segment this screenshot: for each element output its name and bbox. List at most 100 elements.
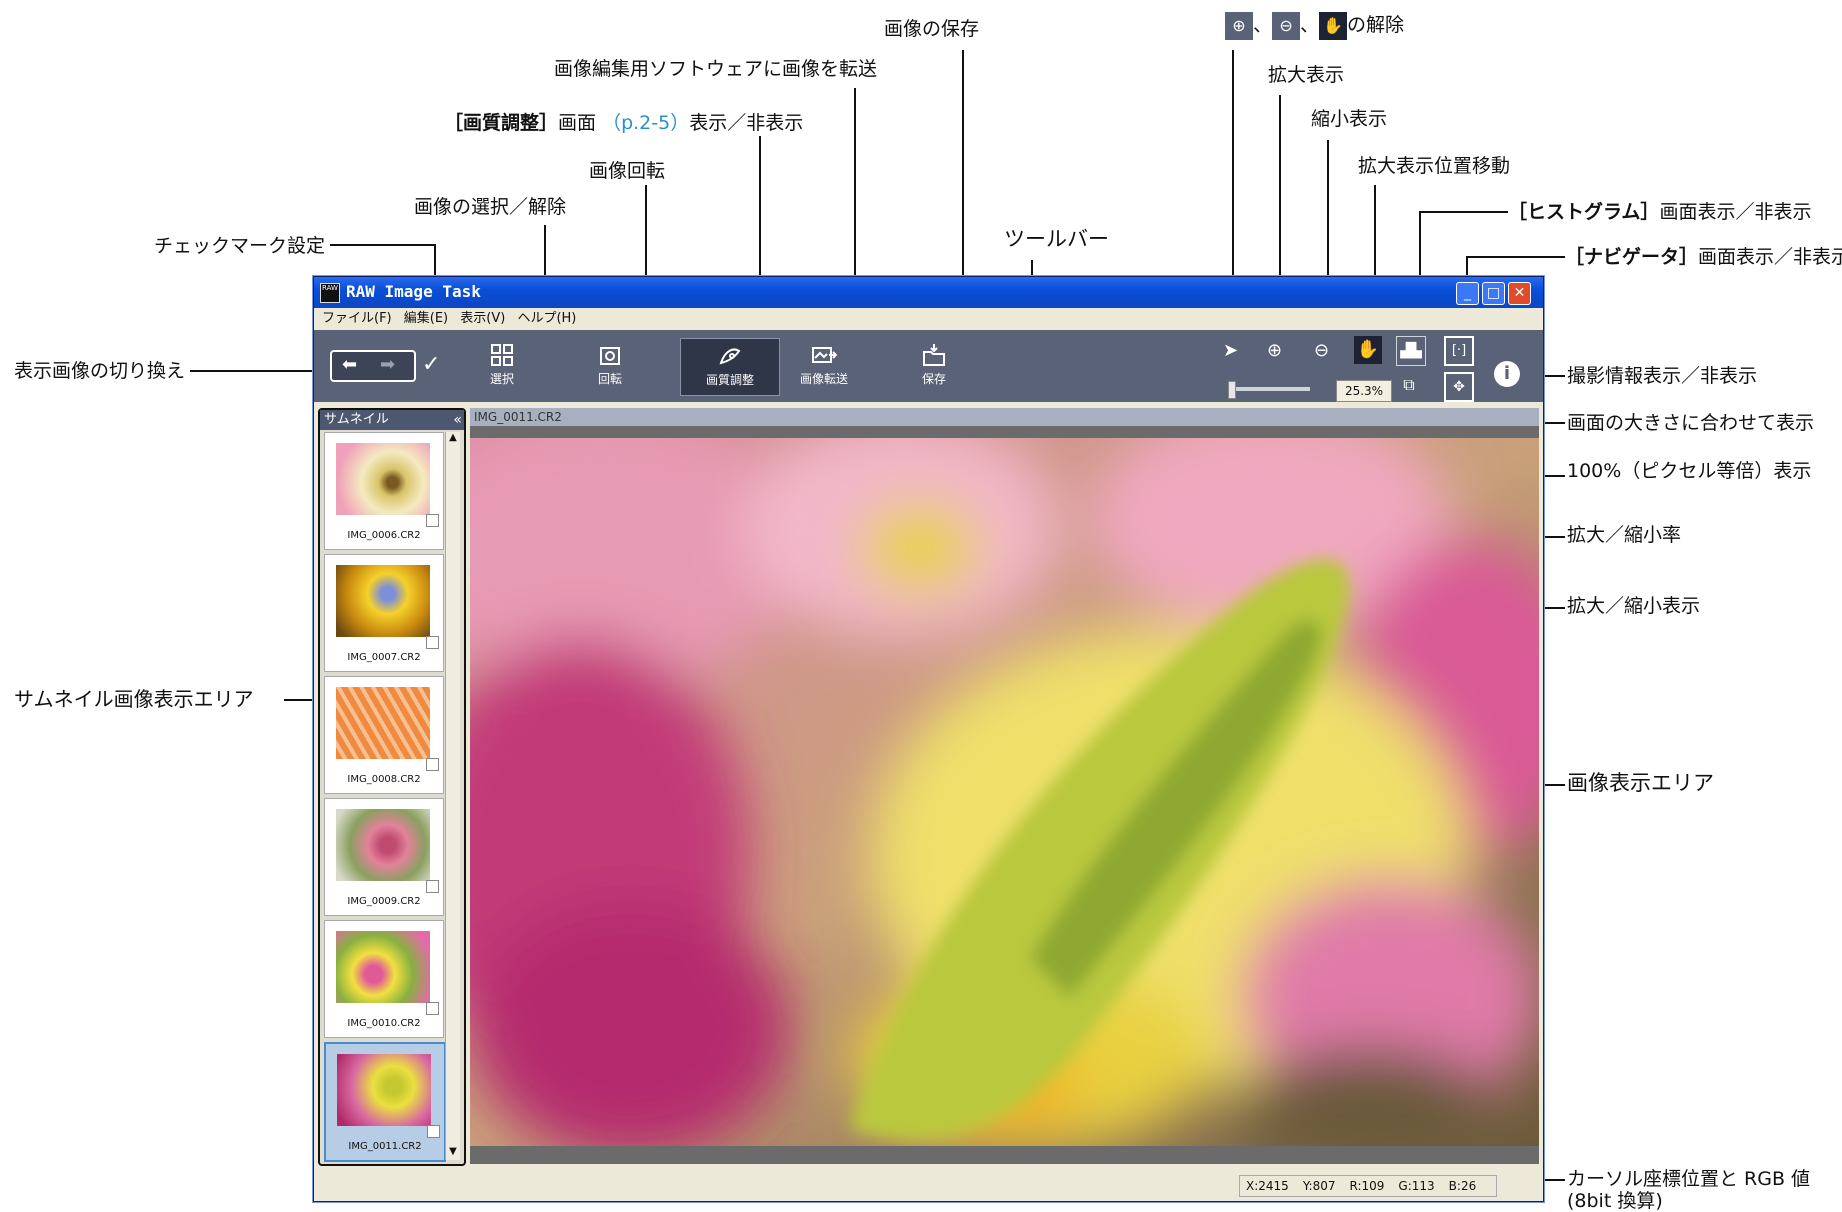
thumbnail-checkbox[interactable] [426,880,439,893]
thumbnail-checkbox[interactable] [427,1125,440,1138]
cursor-x: X:2415 [1246,1179,1289,1193]
annotation-select: 画像の選択／解除 [414,196,567,218]
grid-icon [491,344,513,366]
thumbnail-caption: IMG_0009.CR2 [347,896,421,907]
window-title: RAW Image Task [346,282,481,301]
zoom-rate-field[interactable]: 25.3% [1336,380,1392,402]
close-button[interactable]: ✕ [1508,282,1531,305]
annotation-adjust-tail: 表示／非表示 [689,112,804,134]
annotation-navigator-bracket: ［ナビゲータ］ [1565,246,1699,268]
save-label: 保存 [921,372,946,386]
thumbnail-item[interactable]: IMG_0008.CR2 [324,676,444,794]
annotation-save: 画像の保存 [884,18,980,40]
zoom-out-icon: ⊖ [1272,12,1301,40]
thumbnail-checkbox[interactable] [426,758,439,771]
zoom-slider-thumb[interactable] [1228,381,1236,399]
fit-screen-icon[interactable]: ✥ [1444,372,1474,402]
annotation-cursor-line2: (8bit 換算) [1567,1190,1663,1212]
select-label: 選択 [489,372,514,386]
thumbnail-image [336,931,430,1003]
adjust-label: 画質調整 [705,373,754,387]
scroll-down-icon[interactable]: ▼ [447,1146,459,1160]
transfer-label: 画像転送 [799,372,848,386]
thumbnail-caption: IMG_0008.CR2 [347,774,421,785]
annotation-zoom-slider: 拡大／縮小表示 [1567,595,1701,617]
annotation-zoom-in: 拡大表示 [1268,64,1345,86]
info-icon[interactable]: i [1494,361,1520,387]
annotation-pan: 拡大表示位置移動 [1358,155,1511,177]
cursor-readout: X:2415 Y:807 R:109 G:113 B:26 [1239,1175,1498,1197]
menu-help[interactable]: ヘルプ(H) [517,308,576,330]
save-button[interactable]: 保存 [894,338,974,394]
thumbnail-image [336,565,430,637]
title-bar[interactable]: RAW RAW Image Task _ □ ✕ [314,277,1543,308]
hand-tool-icon[interactable]: ✋ [1354,336,1382,364]
minimize-button[interactable]: _ [1456,282,1479,305]
collapse-icon[interactable]: « [453,410,462,430]
thumbnail-item[interactable]: IMG_0007.CR2 [324,554,444,672]
annotation-checkmark: チェックマーク設定 [154,235,326,257]
maximize-button[interactable]: □ [1482,282,1505,305]
pixel100-icon[interactable]: ⧉ [1396,372,1422,398]
menu-edit[interactable]: 編集(E) [404,308,448,330]
thumbnail-scrollbar[interactable]: ▲ ▼ [445,432,460,1160]
thumbnail-caption: IMG_0011.CR2 [348,1141,422,1152]
annotation-navigator: ［ナビゲータ］画面表示／非表示 [1565,246,1842,268]
next-image-button[interactable]: ➡ [380,354,395,375]
thumbnail-image [337,1054,431,1126]
thumbnail-item[interactable]: IMG_0006.CR2 [324,432,444,550]
annotation-transfer: 画像編集用ソフトウェアに画像を転送 [554,58,878,80]
menu-file[interactable]: ファイル(F) [322,308,392,330]
rotate-button[interactable]: 回転 [570,338,650,394]
annotation-histogram: ［ヒストグラム］画面表示／非表示 [1508,201,1811,223]
main-photo [470,438,1539,1146]
thumbnail-image [336,809,430,881]
zoom-slider[interactable] [1228,381,1310,399]
zoom-out-tool-icon[interactable]: ⊖ [1314,340,1329,361]
thumbnail-checkbox[interactable] [426,636,439,649]
adjust-icon [719,348,741,365]
thumbnail-caption: IMG_0010.CR2 [347,1018,421,1029]
prev-image-button[interactable]: ⬅ [342,354,357,375]
thumbnail-panel-title: サムネイル [324,412,389,427]
rotate-icon [600,347,620,365]
menu-bar: ファイル(F) 編集(E) 表示(V) ヘルプ(H) [314,308,1543,330]
scroll-up-icon[interactable]: ▲ [447,432,459,446]
annotation-zoom-out: 縮小表示 [1311,108,1388,130]
checkmark-icon[interactable]: ✓ [422,352,440,377]
thumbnail-item[interactable]: IMG_0009.CR2 [324,798,444,916]
thumbnail-item[interactable]: IMG_0010.CR2 [324,920,444,1038]
annotation-release: ⊕、 ⊖、 ✋ の解除 [1225,12,1404,40]
adjust-button[interactable]: 画質調整 [680,338,780,396]
thumbnail-item-selected[interactable]: IMG_0011.CR2 [324,1042,446,1162]
annotation-histogram-tail: 画面表示／非表示 [1659,201,1812,223]
save-icon [923,344,945,366]
thumbnail-panel: サムネイル « IMG_0006.CR2 IMG_0007.CR2 IMG_00… [318,408,466,1166]
rgb-r: R:109 [1349,1179,1385,1193]
select-arrow-icon[interactable]: ➤ [1223,340,1238,361]
annotation-adjust: ［画質調整］画面 （p.2-5）表示／非表示 [444,112,803,134]
transfer-button[interactable]: 画像転送 [784,338,864,394]
zoom-in-tool-icon[interactable]: ⊕ [1267,340,1282,361]
annotation-rotate: 画像回転 [589,160,666,182]
image-display-area[interactable]: IMG_0011.CR2 [470,408,1539,1164]
navigator-icon[interactable]: [·] [1444,336,1474,366]
cursor-y: Y:807 [1302,1179,1336,1193]
rgb-b: B:26 [1448,1179,1477,1193]
image-filename: IMG_0011.CR2 [470,408,1539,426]
transfer-icon [812,347,837,363]
annotation-cursor: カーソル座標位置と RGB 値 (8bit 換算) [1567,1168,1810,1212]
histogram-icon[interactable]: ▟▙ [1396,336,1426,366]
thumbnail-checkbox[interactable] [426,1002,439,1015]
hand-icon: ✋ [1319,12,1348,40]
toolbar: ⬅ ➡ ✓ 選択 回転 画質調整 画像転送 保存 ➤ ⊕ ⊖ ✋ ▟▙ [·] [314,330,1543,402]
app-window: RAW RAW Image Task _ □ ✕ ファイル(F) 編集(E) 表… [313,276,1544,1202]
menu-view[interactable]: 表示(V) [460,308,505,330]
annotation-adjust-link[interactable]: （p.2-5） [602,112,689,134]
annotation-adjust-bracket: ［画質調整］ [444,112,559,134]
rgb-g: G:113 [1398,1179,1435,1193]
thumbnail-checkbox[interactable] [426,514,439,527]
annotation-navigator-tail: 画面表示／非表示 [1698,246,1842,268]
rotate-label: 回転 [597,372,622,386]
select-button[interactable]: 選択 [462,338,542,394]
